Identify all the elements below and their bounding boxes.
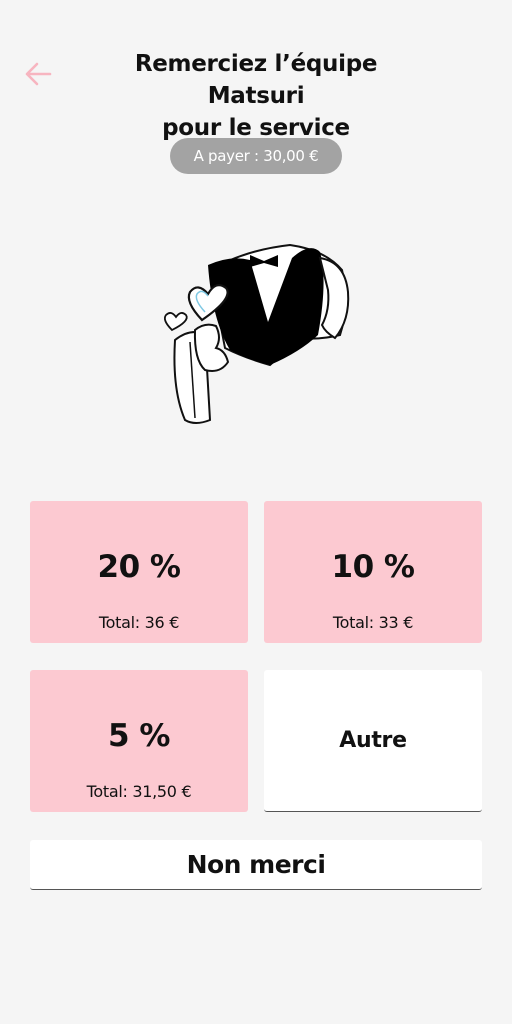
tip-option-other[interactable]: Autre <box>264 670 482 812</box>
tip-total: Total: 36 € <box>98 613 180 632</box>
tip-option-5[interactable]: 5 % Total: 31,50 € <box>30 670 248 812</box>
page-title: Remerciez l’équipe Matsuri pour le servi… <box>86 48 426 144</box>
tip-total: Total: 33 € <box>332 613 414 632</box>
tip-percent: 5 % <box>108 718 170 754</box>
arrow-left-icon <box>25 62 52 86</box>
tip-other-label: Autre <box>339 728 407 753</box>
tip-option-10[interactable]: 10 % Total: 33 € <box>264 501 482 643</box>
tip-option-20[interactable]: 20 % Total: 36 € <box>30 501 248 643</box>
no-thanks-button[interactable]: Non merci <box>30 840 482 890</box>
waiter-heart-illustration <box>150 230 360 435</box>
back-button[interactable] <box>22 58 54 90</box>
tip-total: Total: 31,50 € <box>86 782 192 801</box>
tip-percent: 10 % <box>331 549 416 585</box>
tip-percent: 20 % <box>97 549 182 585</box>
amount-due-badge: A payer : 30,00 € <box>170 138 342 174</box>
page-title-line1: Remerciez l’équipe Matsuri <box>134 51 378 109</box>
